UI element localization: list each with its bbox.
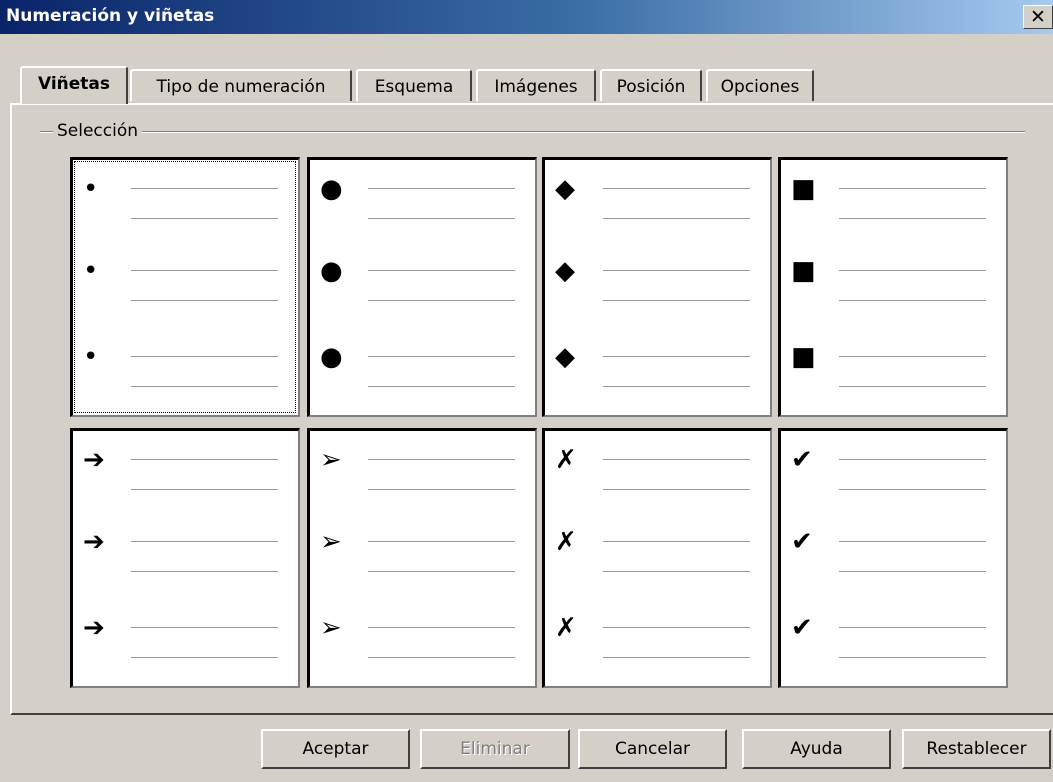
preview-line: ◆: [545, 174, 770, 238]
diamond-icon: ◆: [555, 174, 575, 204]
preview-line: ■: [781, 342, 1006, 406]
arrow-icon: ➔: [83, 613, 105, 643]
diamond-icon: ◆: [555, 342, 575, 372]
window-title: Numeración y viñetas: [6, 6, 215, 26]
preview-line: ●: [310, 342, 535, 406]
checkmark-icon: ✔: [791, 613, 813, 643]
square-icon: ■: [791, 174, 816, 204]
bullet-style-option[interactable]: ● ● ●: [307, 157, 537, 417]
preview-line: •: [73, 256, 298, 320]
large-dot-icon: ●: [320, 256, 343, 286]
preview-line: ✗: [545, 527, 770, 591]
arrowhead-icon: ➢: [320, 527, 342, 557]
arrowhead-icon: ➢: [320, 613, 342, 643]
close-icon: ✕: [1030, 6, 1046, 28]
preview-line: ➔: [73, 613, 298, 677]
reset-button[interactable]: Restablecer: [902, 729, 1051, 769]
arrow-icon: ➔: [83, 527, 105, 557]
tab-tipo-de-numeracion[interactable]: Tipo de numeración: [130, 69, 352, 101]
selection-group-divider: [40, 131, 1025, 133]
preview-line: ✗: [545, 613, 770, 677]
bullet-style-option[interactable]: • • •: [70, 157, 300, 417]
preview-line: ◆: [545, 256, 770, 320]
bullet-style-option[interactable]: ➔ ➔ ➔: [70, 428, 300, 688]
help-button[interactable]: Ayuda: [742, 729, 891, 769]
cancel-button[interactable]: Cancelar: [578, 729, 727, 769]
preview-line: ◆: [545, 342, 770, 406]
tab-vinetas[interactable]: Viñetas: [20, 66, 128, 104]
small-dot-icon: •: [83, 256, 99, 286]
preview-line: •: [73, 342, 298, 406]
preview-line: ✔: [781, 527, 1006, 591]
preview-line: •: [73, 174, 298, 238]
tab-imagenes[interactable]: Imágenes: [476, 69, 596, 101]
diamond-icon: ◆: [555, 256, 575, 286]
bullet-style-option[interactable]: ◆ ◆ ◆: [542, 157, 772, 417]
preview-line: ➢: [310, 445, 535, 509]
preview-line: ✔: [781, 445, 1006, 509]
large-dot-icon: ●: [320, 174, 343, 204]
small-dot-icon: •: [83, 342, 99, 372]
arrow-icon: ➔: [83, 445, 105, 475]
preview-line: ✔: [781, 613, 1006, 677]
checkmark-icon: ✔: [791, 445, 813, 475]
small-dot-icon: •: [83, 174, 99, 204]
bullet-style-option[interactable]: ■ ■ ■: [778, 157, 1008, 417]
bullet-style-option[interactable]: ➢ ➢ ➢: [307, 428, 537, 688]
preview-line: ➔: [73, 527, 298, 591]
cross-icon: ✗: [555, 613, 577, 643]
delete-button[interactable]: Eliminar: [420, 729, 570, 769]
preview-line: ■: [781, 174, 1006, 238]
tab-opciones[interactable]: Opciones: [706, 69, 814, 101]
tab-posicion[interactable]: Posición: [600, 69, 702, 101]
square-icon: ■: [791, 342, 816, 372]
tab-esquema[interactable]: Esquema: [356, 69, 472, 101]
arrowhead-icon: ➢: [320, 445, 342, 475]
preview-line: ●: [310, 174, 535, 238]
preview-line: ➔: [73, 445, 298, 509]
cross-icon: ✗: [555, 445, 577, 475]
preview-line: ✗: [545, 445, 770, 509]
title-bar: Numeración y viñetas ✕: [0, 0, 1053, 34]
accept-button[interactable]: Aceptar: [261, 729, 410, 769]
checkmark-icon: ✔: [791, 527, 813, 557]
selection-group-label: Selección: [53, 121, 143, 141]
bullet-style-option[interactable]: ✔ ✔ ✔: [778, 428, 1008, 688]
preview-line: ■: [781, 256, 1006, 320]
square-icon: ■: [791, 256, 816, 286]
preview-line: ●: [310, 256, 535, 320]
preview-line: ➢: [310, 613, 535, 677]
bullet-style-option[interactable]: ✗ ✗ ✗: [542, 428, 772, 688]
large-dot-icon: ●: [320, 342, 343, 372]
preview-line: ➢: [310, 527, 535, 591]
close-button[interactable]: ✕: [1023, 5, 1053, 29]
cross-icon: ✗: [555, 527, 577, 557]
